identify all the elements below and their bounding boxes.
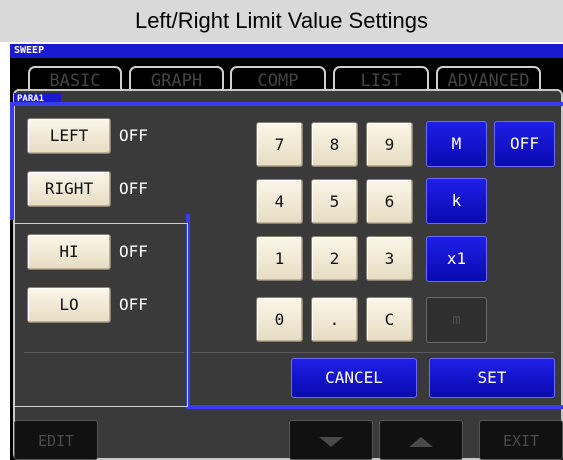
key-9[interactable]: 9 xyxy=(366,122,413,167)
left-limit-button[interactable]: LEFT xyxy=(27,118,111,154)
key-4[interactable]: 4 xyxy=(256,179,303,224)
hi-limit-value: OFF xyxy=(119,242,148,261)
key-6[interactable]: 6 xyxy=(366,179,413,224)
window: Left/Right Limit Value Settings SWEEP BA… xyxy=(0,0,563,460)
lo-limit-button[interactable]: LO xyxy=(27,287,111,323)
left-limit-value: OFF xyxy=(119,126,148,145)
scroll-up-button[interactable] xyxy=(379,420,463,460)
right-limit-value: OFF xyxy=(119,179,148,198)
key-8[interactable]: 8 xyxy=(311,122,358,167)
key-decimal[interactable]: . xyxy=(311,297,358,342)
exit-button[interactable]: EXIT xyxy=(479,420,563,460)
key-7[interactable]: 7 xyxy=(256,122,303,167)
page-title: Left/Right Limit Value Settings xyxy=(0,0,563,42)
triangle-down-icon xyxy=(319,436,343,447)
divider-right xyxy=(192,352,554,353)
key-1[interactable]: 1 xyxy=(256,236,303,281)
key-clear[interactable]: C xyxy=(366,297,413,342)
unit-x1-button[interactable]: x1 xyxy=(426,236,487,282)
key-3[interactable]: 3 xyxy=(366,236,413,281)
set-button[interactable]: SET xyxy=(429,358,555,398)
hi-limit-button[interactable]: HI xyxy=(27,234,111,270)
triangle-up-icon xyxy=(409,436,433,447)
key-2[interactable]: 2 xyxy=(311,236,358,281)
instrument-screen: SWEEP BASIC GRAPH COMP LIST ADVANCED PAR… xyxy=(10,44,563,460)
right-limit-button[interactable]: RIGHT xyxy=(27,171,111,207)
lo-limit-value: OFF xyxy=(119,295,148,314)
cancel-button[interactable]: CANCEL xyxy=(291,358,417,398)
unit-milli-button[interactable]: m xyxy=(426,297,487,343)
unit-kilo-button[interactable]: k xyxy=(426,178,487,224)
unit-mega-button[interactable]: M xyxy=(426,121,487,167)
scroll-down-button[interactable] xyxy=(289,420,373,460)
divider xyxy=(24,352,184,353)
key-0[interactable]: 0 xyxy=(256,297,303,342)
edit-button[interactable]: EDIT xyxy=(14,420,98,460)
status-label: SWEEP xyxy=(10,44,563,58)
off-button[interactable]: OFF xyxy=(494,121,555,167)
key-5[interactable]: 5 xyxy=(311,179,358,224)
